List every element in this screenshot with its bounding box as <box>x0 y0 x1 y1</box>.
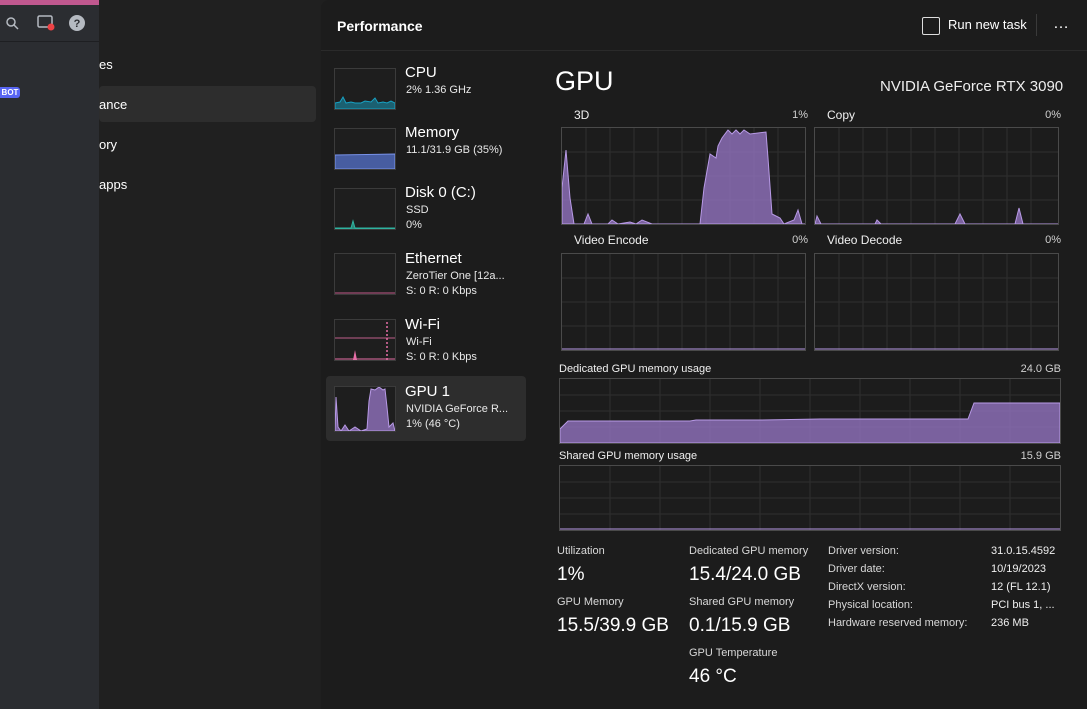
directx-version-value: 12 (FL 12.1) <box>991 581 1051 593</box>
device-name: GPU 1 <box>405 383 451 400</box>
device-ethernet[interactable]: Ethernet ZeroTier One [12a... S: 0 R: 0 … <box>326 249 526 305</box>
device-disk[interactable]: Disk 0 (C:) SSD 0% <box>326 183 526 239</box>
device-name: Disk 0 (C:) <box>405 184 476 201</box>
background-window-toolbar: ? <box>0 5 99 42</box>
nav-item-app-history[interactable]: ory <box>99 127 316 163</box>
background-window <box>0 0 100 709</box>
dedicated-memory-label: Dedicated GPU memory <box>689 545 809 557</box>
more-options-button[interactable]: … <box>1046 12 1076 38</box>
device-name: Wi-Fi <box>405 316 440 333</box>
nav-item-startup-apps[interactable]: apps <box>99 167 316 203</box>
device-cpu[interactable]: CPU 2% 1.36 GHz <box>326 63 526 119</box>
dedicated-memory-max: 24.0 GB <box>1020 363 1061 375</box>
graph-dedicated-memory <box>559 378 1061 444</box>
driver-date-label: Driver date: <box>828 563 885 575</box>
driver-version-label: Driver version: <box>828 545 899 557</box>
nav-item-label: es <box>99 57 113 72</box>
physical-location-label: Physical location: <box>828 599 913 611</box>
search-icon[interactable] <box>2 13 22 33</box>
device-detail: NVIDIA GeForce R... <box>406 403 509 415</box>
engine-label-video-decode[interactable]: Video Decode <box>827 233 902 247</box>
driver-version-value: 31.0.15.4592 <box>991 545 1056 557</box>
graph-video-decode <box>814 253 1059 351</box>
device-detail-2: 0% <box>406 219 422 231</box>
hardware-reserved-memory-label: Hardware reserved memory: <box>828 617 968 629</box>
device-wifi[interactable]: Wi-Fi Wi-Fi S: 0 R: 0 Kbps <box>326 315 526 371</box>
device-memory[interactable]: Memory 11.1/31.9 GB (35%) <box>326 123 526 179</box>
graph-copy <box>814 127 1059 225</box>
engine-label-video-encode[interactable]: Video Encode <box>574 233 649 247</box>
gpu-model-name: NVIDIA GeForce RTX 3090 <box>880 78 1064 95</box>
engine-pct-video-encode: 0% <box>792 234 808 246</box>
device-detail: 11.1/31.9 GB (35%) <box>406 144 503 156</box>
driver-date-value: 10/19/2023 <box>991 563 1047 575</box>
graph-video-encode <box>561 253 806 351</box>
header-divider <box>1036 14 1037 36</box>
engine-label-copy[interactable]: Copy <box>827 108 855 122</box>
device-detail: Wi-Fi <box>406 336 432 348</box>
nav-item-label: ance <box>99 97 128 112</box>
cpu-thumbnail-graph <box>334 68 396 110</box>
device-gpu[interactable]: GPU 1 NVIDIA GeForce R... 1% (46 °C) <box>326 376 526 441</box>
gpu-temperature-label: GPU Temperature <box>689 647 778 659</box>
run-task-icon <box>922 16 940 35</box>
nav-item-label: apps <box>99 177 128 192</box>
svg-text:?: ? <box>74 18 81 30</box>
gpu-thumbnail-graph <box>334 386 396 432</box>
device-detail: ZeroTier One [12a... <box>406 270 505 282</box>
help-icon[interactable]: ? <box>67 13 87 33</box>
dedicated-memory-graph-label: Dedicated GPU memory usage <box>559 363 712 375</box>
utilization-label: Utilization <box>557 545 605 557</box>
detail-title: GPU <box>555 66 614 96</box>
gpu-memory-value: 15.5/39.9 GB <box>557 615 669 636</box>
device-detail-2: S: 0 R: 0 Kbps <box>406 285 477 297</box>
run-new-task-button[interactable]: Run new task <box>922 12 1027 38</box>
engine-pct-3d: 1% <box>792 109 808 121</box>
shared-memory-max: 15.9 GB <box>1020 450 1061 462</box>
engine-label-3d[interactable]: 3D <box>574 108 589 122</box>
memory-thumbnail-graph <box>334 128 396 170</box>
nav-item-performance[interactable]: ance <box>99 87 316 123</box>
nav-item-label: ory <box>99 137 118 152</box>
utilization-value: 1% <box>557 564 585 585</box>
directx-version-label: DirectX version: <box>828 581 906 593</box>
device-name: CPU <box>405 64 437 81</box>
graph-shared-memory <box>559 465 1061 531</box>
header-separator <box>321 50 1087 51</box>
shared-memory-label: Shared GPU memory <box>689 596 795 608</box>
run-task-label: Run new task <box>948 17 1027 32</box>
gpu-memory-label: GPU Memory <box>557 596 624 608</box>
physical-location-value: PCI bus 1, ... <box>991 599 1055 611</box>
ethernet-thumbnail-graph <box>334 253 396 295</box>
device-name: Memory <box>405 124 460 141</box>
device-name: Ethernet <box>405 250 462 267</box>
shared-memory-graph-label: Shared GPU memory usage <box>559 450 698 462</box>
page-title: Performance <box>337 18 423 34</box>
dedicated-memory-value: 15.4/24.0 GB <box>689 564 801 585</box>
device-detail-2: 1% (46 °C) <box>406 418 460 430</box>
device-detail: 2% 1.36 GHz <box>406 84 472 96</box>
disk-thumbnail-graph <box>334 188 396 230</box>
wifi-thumbnail-graph <box>334 319 396 361</box>
engine-pct-copy: 0% <box>1045 109 1061 121</box>
hardware-reserved-memory-value: 236 MB <box>991 617 1029 629</box>
bot-badge: BOT <box>0 87 20 98</box>
device-detail-2: S: 0 R: 0 Kbps <box>406 351 477 363</box>
nav-pane: es ance ory apps <box>99 0 320 709</box>
nav-item-processes[interactable]: es <box>99 47 316 83</box>
screen-share-icon[interactable] <box>36 13 56 33</box>
graph-3d <box>561 127 806 225</box>
shared-memory-value: 0.1/15.9 GB <box>689 615 791 636</box>
gpu-temperature-value: 46 °C <box>689 666 737 687</box>
device-detail: SSD <box>406 204 429 216</box>
engine-pct-video-decode: 0% <box>1045 234 1061 246</box>
